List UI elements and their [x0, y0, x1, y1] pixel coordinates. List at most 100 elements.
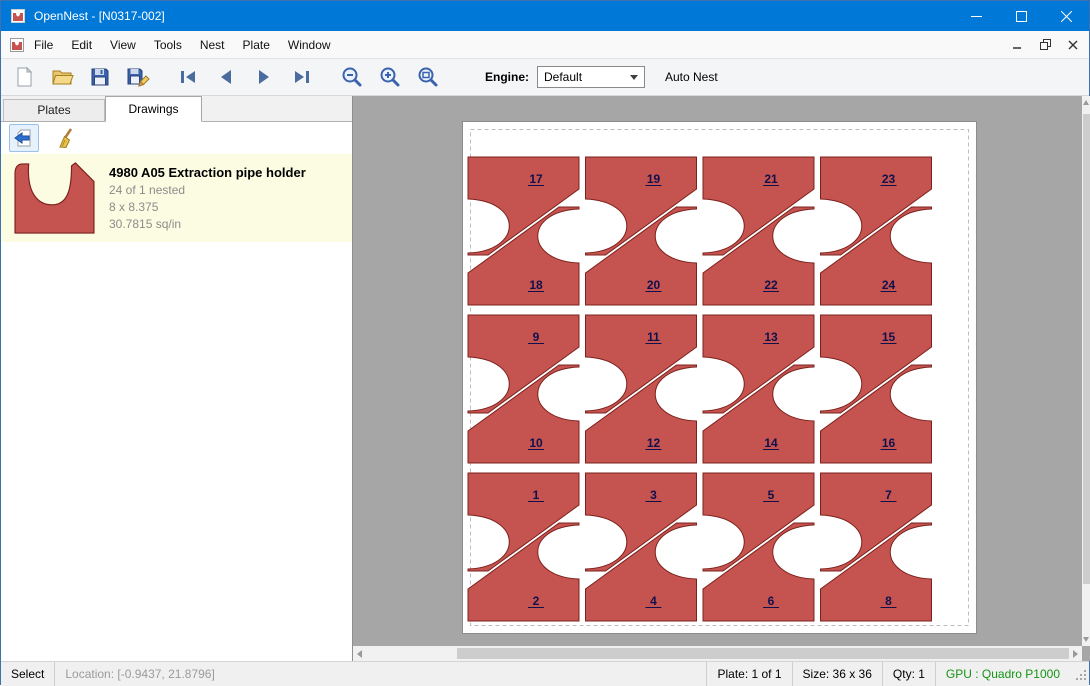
title-bar: OpenNest - [N0317-002]	[1, 1, 1089, 31]
sidebar-tabs: Plates Drawings	[1, 96, 352, 122]
status-location: Location: [-0.9437, 21.8796]	[55, 662, 224, 686]
main-toolbar: Engine: Default Auto Nest	[1, 59, 1089, 96]
part-number: 10	[529, 436, 543, 450]
open-file-button[interactable]	[45, 62, 79, 92]
scroll-left-icon[interactable]	[357, 650, 362, 658]
maximize-icon	[1016, 11, 1027, 22]
drawing-area: 30.7815 sq/in	[109, 217, 306, 231]
go-previous-button[interactable]	[209, 62, 243, 92]
menu-view[interactable]: View	[101, 32, 145, 58]
go-first-icon	[177, 66, 199, 88]
part-number: 16	[882, 436, 896, 450]
drawing-title: 4980 A05 Extraction pipe holder	[109, 165, 306, 180]
menu-edit[interactable]: Edit	[62, 32, 101, 58]
zoom-fit-button[interactable]	[411, 62, 445, 92]
save-button[interactable]	[83, 62, 117, 92]
part-number: 21	[764, 172, 778, 186]
drawing-dimensions: 8 x 8.375	[109, 200, 306, 214]
minimize-button[interactable]	[954, 1, 999, 31]
return-part-button[interactable]	[9, 124, 39, 152]
app-icon	[10, 8, 26, 24]
engine-value: Default	[544, 70, 582, 84]
window-title: OpenNest - [N0317-002]	[34, 9, 165, 23]
tab-drawings[interactable]: Drawings	[105, 96, 202, 122]
resize-grip[interactable]	[1074, 668, 1087, 681]
new-document-button[interactable]	[7, 62, 41, 92]
toolbar-separator	[323, 62, 335, 92]
nest-canvas[interactable]: 171819202122232491011121314151612345678	[353, 96, 1090, 661]
engine-label: Engine:	[485, 70, 529, 84]
part-number: 19	[647, 172, 661, 186]
scroll-down-icon[interactable]	[1083, 637, 1089, 642]
scroll-right-icon[interactable]	[1073, 650, 1078, 658]
new-document-icon	[13, 66, 35, 88]
part-number: 1	[533, 488, 540, 502]
drawing-nested-count: 24 of 1 nested	[109, 183, 306, 197]
status-qty: Qty: 1	[883, 662, 935, 686]
part-number: 20	[647, 278, 661, 292]
save-edit-icon	[126, 66, 150, 88]
go-previous-icon	[215, 66, 237, 88]
scroll-up-icon[interactable]	[1083, 100, 1089, 105]
auto-nest-button[interactable]: Auto Nest	[665, 70, 718, 84]
part-number: 12	[647, 436, 661, 450]
broom-icon	[55, 127, 77, 149]
mdi-close-button[interactable]	[1065, 37, 1081, 53]
go-last-icon	[291, 66, 313, 88]
go-next-button[interactable]	[247, 62, 281, 92]
horizontal-scrollbar[interactable]	[353, 646, 1082, 661]
close-icon	[1061, 11, 1072, 22]
maximize-button[interactable]	[999, 1, 1044, 31]
go-next-icon	[253, 66, 275, 88]
part-number: 11	[647, 330, 660, 344]
go-last-button[interactable]	[285, 62, 319, 92]
mdi-minimize-button[interactable]	[1009, 37, 1025, 53]
horizontal-scroll-thumb[interactable]	[457, 648, 1069, 659]
part-thumbnail	[9, 160, 99, 236]
return-part-icon	[13, 127, 35, 149]
tab-plates[interactable]: Plates	[3, 99, 105, 121]
part-number: 5	[768, 488, 775, 502]
close-button[interactable]	[1044, 1, 1089, 31]
sidebar: Plates Drawings 4980 A05 Extraction pipe…	[1, 96, 353, 661]
plate[interactable]: 171819202122232491011121314151612345678	[462, 121, 977, 634]
mdi-window-controls	[1009, 37, 1081, 53]
go-first-button[interactable]	[171, 62, 205, 92]
vertical-scrollbar[interactable]	[1082, 96, 1090, 646]
part-number: 17	[529, 172, 543, 186]
part-number: 15	[882, 330, 896, 344]
drawing-list-item[interactable]: 4980 A05 Extraction pipe holder 24 of 1 …	[1, 154, 352, 242]
zoom-out-button[interactable]	[335, 62, 369, 92]
part-number: 6	[768, 594, 775, 608]
mdi-restore-button[interactable]	[1037, 37, 1053, 53]
menu-file[interactable]: File	[25, 32, 62, 58]
vertical-scroll-thumb[interactable]	[1083, 114, 1090, 584]
zoom-in-button[interactable]	[373, 62, 407, 92]
document-icon	[9, 37, 25, 53]
mdi-close-icon	[1068, 40, 1078, 50]
zoom-fit-icon	[416, 65, 440, 89]
part-number: 24	[882, 278, 896, 292]
drawing-info: 4980 A05 Extraction pipe holder 24 of 1 …	[109, 160, 306, 236]
minimize-icon	[971, 11, 982, 22]
menu-plate[interactable]: Plate	[234, 32, 279, 58]
status-gpu: GPU : Quadro P1000	[936, 662, 1070, 686]
menu-nest[interactable]: Nest	[191, 32, 234, 58]
part-number: 9	[533, 330, 540, 344]
zoom-out-icon	[340, 65, 364, 89]
open-folder-icon	[51, 66, 74, 88]
part-number: 2	[533, 594, 540, 608]
toolbar-separator	[159, 62, 171, 92]
part-number: 23	[882, 172, 896, 186]
menu-tools[interactable]: Tools	[145, 32, 191, 58]
menu-window[interactable]: Window	[279, 32, 340, 58]
chevron-down-icon	[630, 75, 638, 80]
plate-view[interactable]: 171819202122232491011121314151612345678	[462, 121, 977, 634]
save-edit-button[interactable]	[121, 62, 155, 92]
engine-select[interactable]: Default	[537, 66, 645, 88]
window-controls	[954, 1, 1089, 31]
clean-list-button[interactable]	[51, 124, 81, 152]
sidebar-toolbar	[1, 122, 352, 154]
part-number: 3	[650, 488, 657, 502]
status-size: Size: 36 x 36	[793, 662, 882, 686]
